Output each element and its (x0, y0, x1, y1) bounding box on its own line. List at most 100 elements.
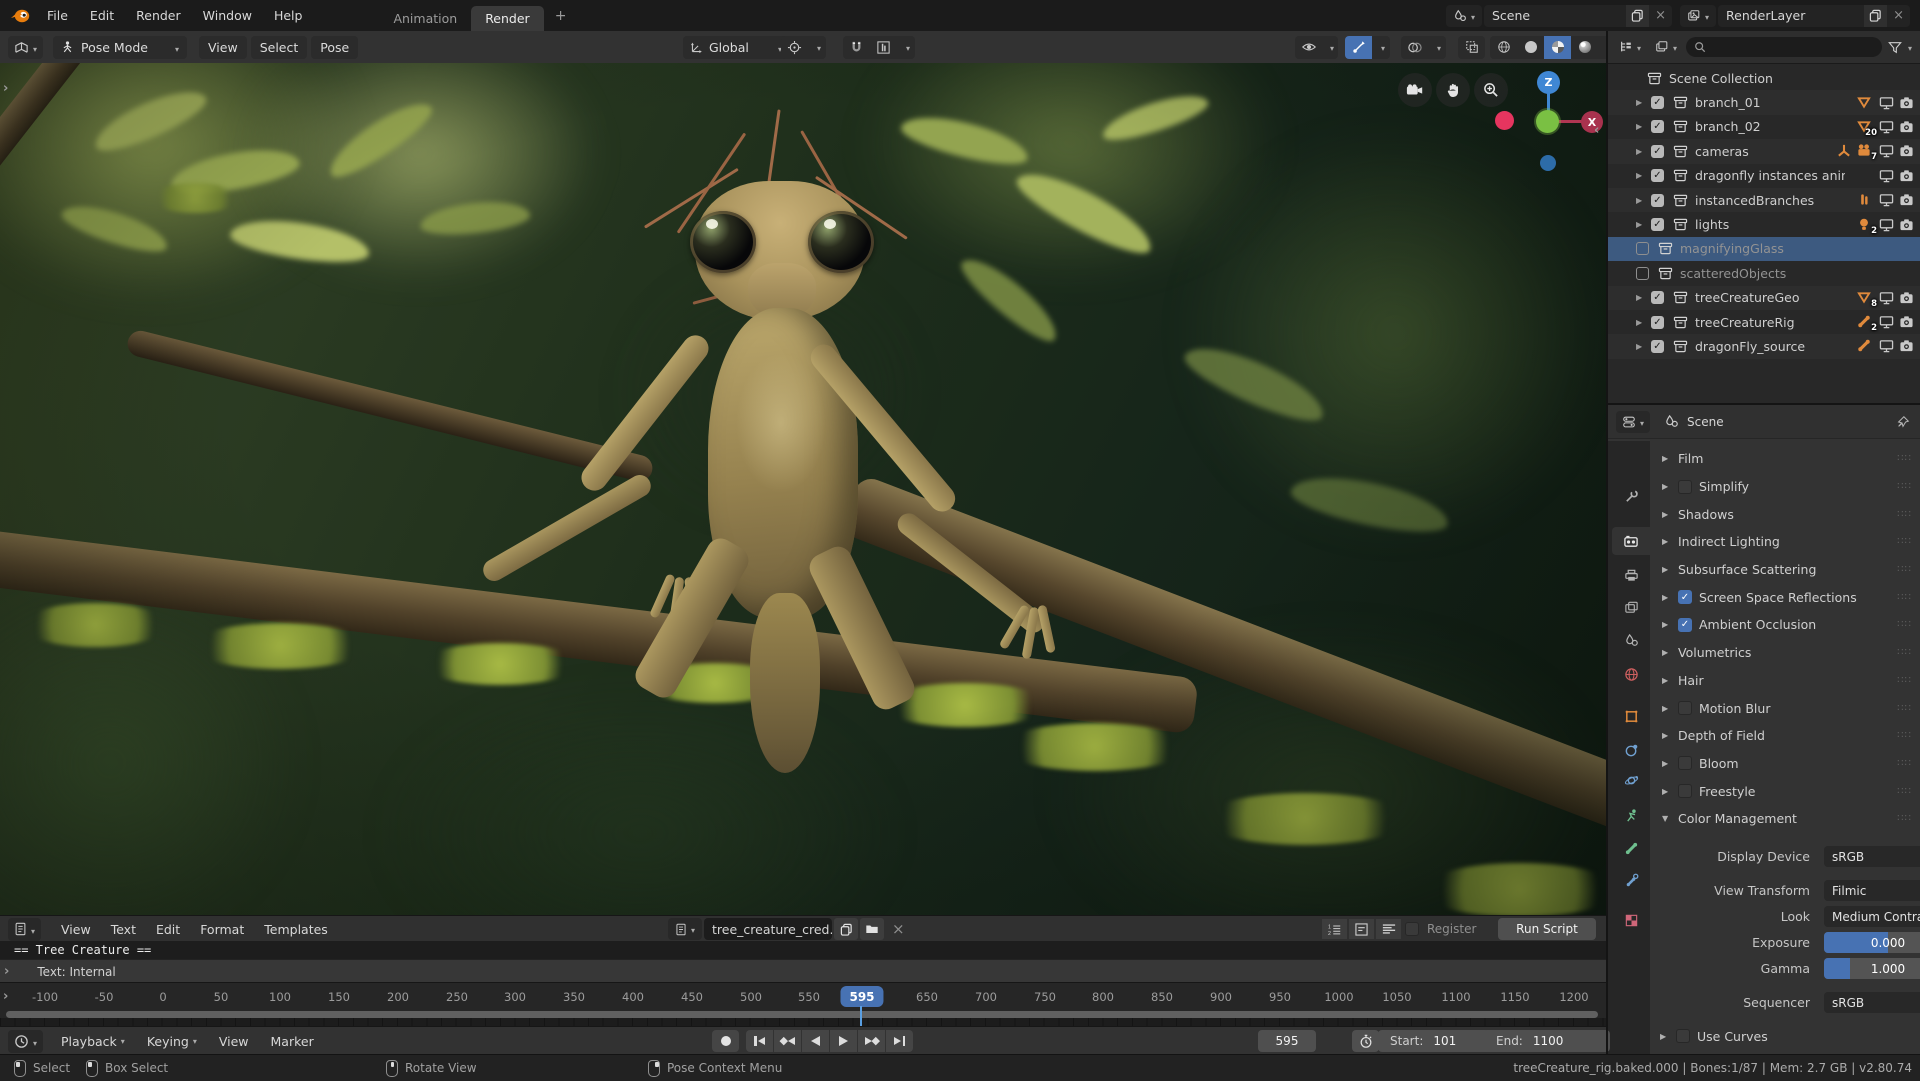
topbar-menu[interactable]: Edit (79, 0, 125, 31)
panel-disclosure-icon[interactable] (1662, 704, 1678, 713)
register-checkbox[interactable] (1405, 922, 1419, 936)
use-preview-range-button[interactable] (1352, 1030, 1379, 1052)
text-editor-menu[interactable]: Templates (254, 914, 338, 945)
xray-toggle-button[interactable] (1458, 36, 1485, 59)
new-text-button[interactable] (834, 918, 858, 940)
editor-divider[interactable] (1608, 403, 1920, 405)
collection-checkbox[interactable] (1651, 291, 1664, 304)
panel-header[interactable]: Depth of Field (1650, 722, 1920, 750)
panel-grip-icon[interactable] (1897, 536, 1912, 547)
view-layer-tab[interactable] (1612, 593, 1650, 621)
outliner-row[interactable]: ▶ dragonFly_source (1608, 334, 1920, 358)
axis-x-ball[interactable]: X (1581, 111, 1603, 133)
panel-header[interactable]: Hair (1650, 667, 1920, 695)
panel-grip-icon[interactable] (1897, 647, 1912, 658)
run-script-button[interactable]: Run Script (1498, 918, 1596, 940)
collection-checkbox[interactable] (1636, 242, 1649, 255)
scene-tab[interactable] (1612, 626, 1650, 654)
tool-tab[interactable] (1612, 482, 1650, 510)
camera-view-button[interactable] (1398, 73, 1432, 107)
panel-header[interactable]: Simplify (1650, 473, 1920, 501)
pan-view-button[interactable] (1436, 73, 1470, 107)
topbar-menu[interactable]: Render (125, 0, 192, 31)
panel-grip-icon[interactable] (1897, 481, 1912, 492)
collection-checkbox[interactable] (1651, 169, 1664, 182)
transform-orientation-dropdown[interactable]: Global (683, 36, 789, 59)
outliner-search-input[interactable] (1686, 37, 1882, 57)
panel-disclosure-icon[interactable] (1662, 593, 1678, 602)
remove-renderlayer-button[interactable]: × (1887, 8, 1910, 23)
play-button[interactable] (830, 1030, 857, 1052)
disclosure-triangle-icon[interactable]: ▶ (1636, 318, 1651, 327)
panel-header[interactable]: Screen Space Reflections (1650, 583, 1920, 611)
viewport-menu[interactable]: View (199, 36, 247, 59)
disable-in-renders-icon[interactable] (1899, 96, 1914, 110)
new-renderlayer-button[interactable] (1864, 5, 1887, 27)
current-frame-badge[interactable]: 595 (840, 986, 883, 1007)
timeline-editor-type-button[interactable] (8, 1030, 43, 1053)
disable-in-renders-icon[interactable] (1899, 218, 1914, 232)
outliner-row[interactable]: ▶ cameras 7 (1608, 139, 1920, 163)
outliner-row[interactable]: ▶ scatteredObjects (1608, 261, 1920, 285)
current-frame-field[interactable]: 595 (1258, 1030, 1316, 1052)
panel-checkbox[interactable] (1678, 701, 1692, 715)
timeline-ruler[interactable]: › -100-500501001502002503003504004505005… (0, 982, 1606, 1011)
text-editor-type-button[interactable] (8, 918, 41, 941)
panel-checkbox[interactable] (1678, 618, 1692, 632)
text-editor-menu[interactable]: Edit (146, 914, 190, 945)
proportional-editing-button[interactable] (843, 36, 870, 59)
panel-checkbox[interactable] (1678, 756, 1692, 770)
next-keyframe-button[interactable] (858, 1030, 885, 1052)
text-editor-body[interactable]: == Tree Creature == (0, 941, 1606, 959)
panel-grip-icon[interactable] (1897, 730, 1912, 741)
panel-header[interactable]: Indirect Lighting (1650, 528, 1920, 556)
outliner-row[interactable]: ▶ treeCreatureRig 2 (1608, 310, 1920, 334)
exposure-slider[interactable]: 0.000 (1824, 932, 1920, 953)
unlink-text-button[interactable]: × (886, 920, 911, 938)
panel-disclosure-icon[interactable] (1662, 565, 1678, 574)
panel-grip-icon[interactable] (1897, 564, 1912, 575)
panel-disclosure-icon[interactable] (1662, 648, 1678, 657)
collection-checkbox[interactable] (1651, 96, 1664, 109)
jump-to-start-button[interactable] (746, 1030, 773, 1052)
render-tab[interactable] (1612, 527, 1650, 555)
disclosure-triangle-icon[interactable]: ▶ (1636, 98, 1651, 107)
end-frame-field[interactable]: End:1100 (1484, 1030, 1610, 1052)
text-editor-menu[interactable]: Text (101, 914, 146, 945)
disclosure-triangle-icon[interactable]: ▶ (1636, 171, 1651, 180)
orientation-gizmo[interactable]: Z X (1495, 63, 1605, 183)
topbar-menu[interactable]: Help (263, 0, 314, 31)
properties-editor-type-button[interactable] (1616, 411, 1650, 433)
physics-tab[interactable] (1612, 766, 1650, 794)
disable-in-renders-icon[interactable] (1899, 339, 1914, 353)
playback-menu[interactable]: Marker (261, 1026, 324, 1057)
outliner-row[interactable]: ▶ magnifyingGlass (1608, 237, 1920, 261)
disable-in-viewports-icon[interactable] (1879, 96, 1894, 110)
blender-logo-icon[interactable] (10, 7, 30, 24)
output-tab[interactable] (1612, 561, 1650, 589)
panel-grip-icon[interactable] (1897, 509, 1912, 520)
mode-dropdown[interactable]: Pose Mode (53, 36, 187, 59)
sidebar-toggle-arrow[interactable]: ‹ (1594, 123, 1599, 138)
panel-grip-icon[interactable] (1897, 786, 1912, 797)
footer-toggle-arrow[interactable]: › (4, 964, 9, 979)
snap-toggle-button[interactable] (781, 36, 808, 59)
play-reverse-button[interactable] (802, 1030, 829, 1052)
unlink-scene-button[interactable]: × (1649, 8, 1672, 23)
panel-header[interactable]: Shadows (1650, 500, 1920, 528)
viewport-menu[interactable]: Select (251, 36, 308, 59)
disable-in-viewports-icon[interactable] (1879, 144, 1894, 158)
panel-grip-icon[interactable] (1897, 675, 1912, 686)
outliner-display-mode-dropdown[interactable] (1614, 36, 1646, 59)
shading-wireframe-button[interactable] (1490, 36, 1517, 59)
disable-in-viewports-icon[interactable] (1879, 218, 1894, 232)
panel-disclosure-icon[interactable] (1662, 731, 1678, 740)
view-transform-dropdown[interactable]: Filmic▾ (1824, 880, 1920, 901)
topbar-menu[interactable]: File (36, 0, 79, 31)
playback-menu[interactable]: Keying (137, 1026, 207, 1057)
panel-disclosure-icon[interactable] (1662, 510, 1678, 519)
collection-checkbox[interactable] (1636, 267, 1649, 280)
word-wrap-toggle[interactable] (1349, 919, 1374, 939)
disclosure-triangle-icon[interactable]: ▶ (1636, 147, 1651, 156)
gamma-slider[interactable]: 1.000 (1824, 958, 1920, 979)
